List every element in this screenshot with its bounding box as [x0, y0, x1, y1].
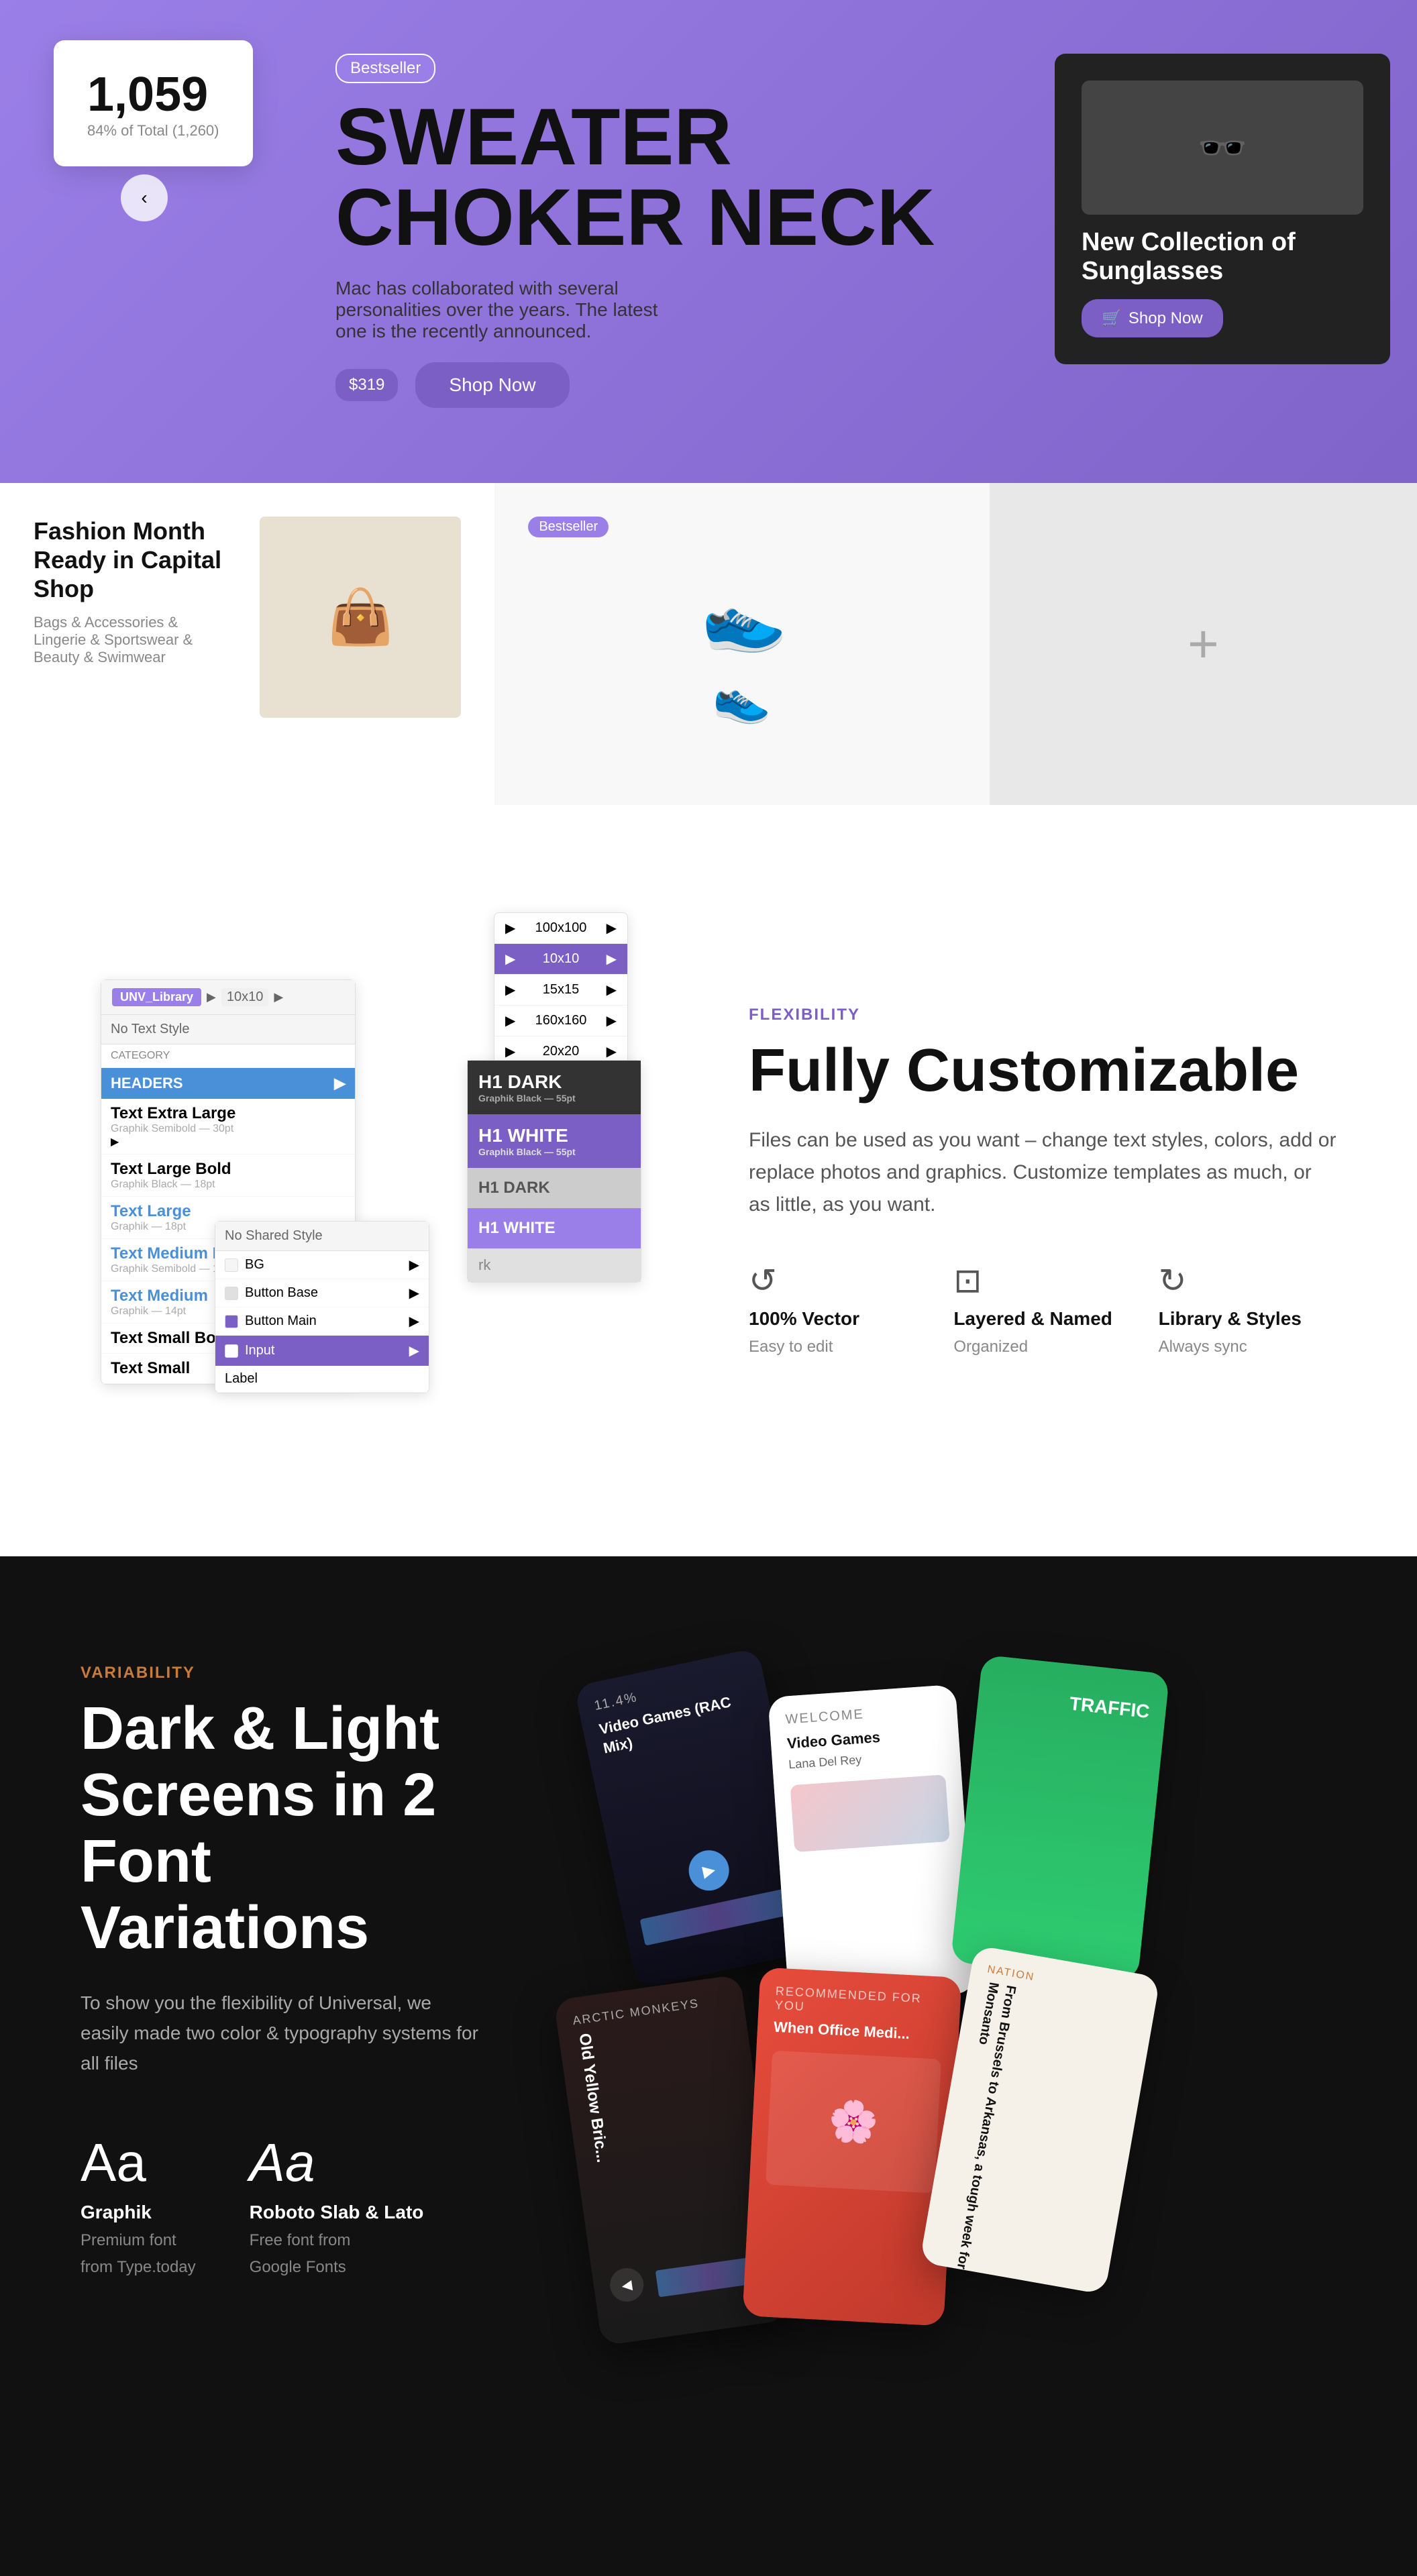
- shared-label-item: Label: [215, 1366, 429, 1393]
- phone-card-2: Welcome Video Games Lana Del Rey: [768, 1684, 976, 2005]
- variability-content: VARIABILITY Dark & Light Screens in 2 Fo…: [81, 1664, 483, 2277]
- shared-button-main-item: Button Main ▶: [215, 1307, 429, 1336]
- sunglasses-shop-button[interactable]: 🛒 Shop Now: [1082, 299, 1223, 337]
- hero-description: Mac has collaborated with several person…: [335, 278, 671, 342]
- h1-dark2-style: H1 DARK: [468, 1168, 641, 1208]
- feature-vector: ↺ 100% Vector Easy to edit: [749, 1261, 927, 1356]
- fashion-card-categories: Bags & Accessories & Lingerie & Sportswe…: [34, 614, 233, 666]
- shared-styles-panel: No Shared Style BG ▶ Button Base ▶ Butto…: [215, 1221, 429, 1393]
- font-graphik-line2: from Type.today: [81, 2258, 196, 2277]
- headers-item: HEADERS ▶: [101, 1068, 355, 1099]
- bestseller-badge: Bestseller: [335, 54, 435, 83]
- phone-card-5: Recommended For You When Office Medi... …: [743, 1968, 962, 2326]
- phone3-title: TRAFFIC: [994, 1686, 1151, 1723]
- library-badge: UNV_Library: [112, 988, 201, 1006]
- feature-vector-title: 100% Vector: [749, 1308, 927, 1330]
- feature-layered-title: Layered & Named: [953, 1308, 1131, 1330]
- h1-dark-style: H1 DARK Graphik Black — 55pt: [468, 1061, 641, 1114]
- bestseller-badge-small: Bestseller: [528, 517, 609, 537]
- hero-section: 1,059 84% of Total (1,260) ‹ Bestseller …: [0, 0, 1417, 805]
- stats-card: 1,059 84% of Total (1,260): [54, 40, 253, 166]
- feature-library: ↻ Library & Styles Always sync: [1159, 1261, 1336, 1356]
- flexibility-description: Files can be used as you want – change t…: [749, 1124, 1336, 1221]
- phone4-label: Arctic Monkeys: [572, 1992, 728, 2028]
- shared-bg-item: BG ▶: [215, 1251, 429, 1279]
- phone5-label: Recommended For You: [774, 1984, 945, 2021]
- feature-library-title: Library & Styles: [1159, 1308, 1336, 1330]
- sunglasses-title: New Collection of Sunglasses: [1082, 228, 1363, 286]
- nav-arrow-left[interactable]: ‹: [121, 174, 168, 221]
- flexibility-content: FLEXIBILITY Fully Customizable Files can…: [749, 1006, 1336, 1356]
- h1-white-style: H1 WHITE Graphik Black — 55pt: [468, 1114, 641, 1168]
- font-graphik: Aa Graphik Premium font from Type.today: [81, 2132, 196, 2277]
- phone5-title: When Office Medi...: [773, 2018, 943, 2046]
- font-roboto-line2: Google Fonts: [250, 2258, 424, 2277]
- variability-label: VARIABILITY: [81, 1664, 483, 1682]
- ui-mockup-container: ▶ 100x100 ▶ ▶ 10x10 ▶ ▶ 15x15 ▶ ▶ 160x16…: [81, 912, 668, 1449]
- variability-phones: 11.4% Video Games (RAC Mix) ▶ Welcome Vi…: [550, 1664, 1336, 2469]
- font-roboto-name: Roboto Slab & Lato: [250, 2202, 424, 2223]
- size-item-100: ▶ 100x100 ▶: [494, 913, 627, 944]
- layer-panel-header: UNV_Library ▶ 10x10 ▶: [101, 980, 355, 1015]
- variability-title: Dark & Light Screens in 2 Font Variation…: [81, 1696, 483, 1962]
- play-button-1[interactable]: ▶: [685, 1847, 733, 1894]
- size-item-10-selected: ▶ 10x10 ▶: [494, 944, 627, 975]
- header-styles-panel: H1 DARK Graphik Black — 55pt H1 WHITE Gr…: [467, 1060, 641, 1283]
- hero-price: $319: [335, 369, 398, 401]
- product-row: Fashion Month Ready in Capital Shop Bags…: [0, 483, 1417, 805]
- sunglasses-card: 🕶️ New Collection of Sunglasses 🛒 Shop N…: [1055, 54, 1390, 364]
- size-panel: ▶ 100x100 ▶ ▶ 10x10 ▶ ▶ 15x15 ▶ ▶ 160x16…: [494, 912, 628, 1068]
- font-roboto-line1: Free font from: [250, 2231, 424, 2250]
- phone2-label: Welcome: [785, 1701, 941, 1727]
- variability-description: To show you the flexibility of Universal…: [81, 1988, 483, 2078]
- font-roboto: Aa Roboto Slab & Lato Free font from Goo…: [250, 2132, 424, 2277]
- phone5-image: 🌸: [766, 2050, 941, 2193]
- shoe-card: Bestseller 👟 👟: [494, 483, 989, 805]
- size-item-160: ▶ 160x160 ▶: [494, 1006, 627, 1036]
- font-options: Aa Graphik Premium font from Type.today …: [81, 2132, 483, 2277]
- h1-rk-style: rk: [468, 1248, 641, 1282]
- library-icon: ↻: [1159, 1261, 1336, 1300]
- h1-white2-style: H1 WHITE: [468, 1208, 641, 1248]
- font-graphik-aa: Aa: [81, 2132, 196, 2194]
- font-roboto-aa: Aa: [250, 2132, 424, 2194]
- stats-subtitle: 84% of Total (1,260): [87, 122, 219, 140]
- fashion-card-title: Fashion Month Ready in Capital Shop: [34, 517, 233, 604]
- no-text-style: No Text Style: [101, 1015, 355, 1044]
- text-extra-large-item: Text Extra Large Graphik Semibold — 30pt…: [101, 1099, 355, 1155]
- hero-title: SWEATER CHOKER NECK: [335, 97, 935, 258]
- shared-input-selected: Input ▶: [215, 1336, 429, 1366]
- flexibility-section: ▶ 100x100 ▶ ▶ 10x10 ▶ ▶ 15x15 ▶ ▶ 160x16…: [0, 805, 1417, 1556]
- no-shared-style: No Shared Style: [215, 1222, 429, 1251]
- stats-number: 1,059: [87, 67, 219, 122]
- font-graphik-name: Graphik: [81, 2202, 196, 2223]
- feature-layered: ⊡ Layered & Named Organized: [953, 1261, 1131, 1356]
- feature-vector-sub: Easy to edit: [749, 1338, 927, 1356]
- phone-card-3: TRAFFIC: [951, 1655, 1170, 1982]
- features-grid: ↺ 100% Vector Easy to edit ⊡ Layered & N…: [749, 1261, 1336, 1356]
- hero-content: Bestseller SWEATER CHOKER NECK Mac has c…: [335, 54, 935, 408]
- shared-button-base-item: Button Base ▶: [215, 1279, 429, 1307]
- feature-library-sub: Always sync: [1159, 1338, 1336, 1356]
- variability-section: VARIABILITY Dark & Light Screens in 2 Fo…: [0, 1556, 1417, 2576]
- product-placeholder-card: +: [990, 483, 1417, 805]
- size-item-15: ▶ 15x15 ▶: [494, 975, 627, 1006]
- flexibility-label: FLEXIBILITY: [749, 1006, 1336, 1024]
- prev-button[interactable]: ◀: [608, 2266, 645, 2304]
- feature-layered-sub: Organized: [953, 1338, 1131, 1356]
- layered-icon: ⊡: [953, 1261, 1131, 1300]
- text-large-bold-item: Text Large Bold Graphik Black — 18pt: [101, 1155, 355, 1197]
- vector-icon: ↺: [749, 1261, 927, 1300]
- phone2-image: [790, 1774, 949, 1852]
- flexibility-title: Fully Customizable: [749, 1038, 1336, 1104]
- font-graphik-line1: Premium font: [81, 2231, 196, 2250]
- shop-now-button[interactable]: Shop Now: [415, 362, 569, 408]
- category-item: CATEGORY: [101, 1044, 355, 1068]
- phone4-title: Old Yellow Bric...: [575, 2032, 612, 2163]
- flexibility-ui-mockup: ▶ 100x100 ▶ ▶ 10x10 ▶ ▶ 15x15 ▶ ▶ 160x16…: [81, 912, 668, 1449]
- add-icon: +: [1188, 613, 1219, 675]
- fashion-card: Fashion Month Ready in Capital Shop Bags…: [0, 483, 494, 805]
